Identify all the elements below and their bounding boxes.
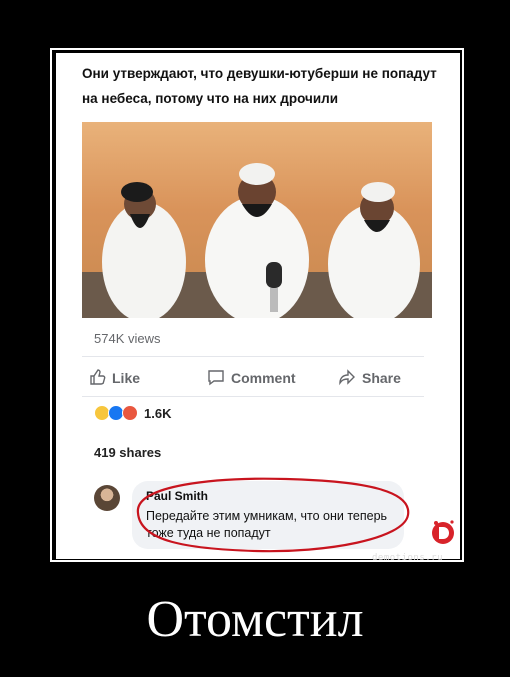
comment-label: Comment — [231, 370, 296, 386]
angry-reaction-icon — [122, 405, 138, 421]
comment-text: Передайте этим умникам, что они теперь т… — [146, 509, 388, 540]
divider-bottom — [82, 396, 424, 397]
like-label: Like — [112, 370, 141, 386]
thumbs-up-icon — [88, 368, 106, 389]
share-button[interactable]: Share — [338, 366, 401, 390]
watermark: demotions.ru — [372, 553, 444, 563]
comment-button[interactable]: Comment — [207, 366, 296, 390]
facebook-post-card: Они утверждают, что девушки-ютуберши не … — [56, 53, 460, 559]
share-arrow-icon — [338, 368, 356, 389]
speech-bubble-icon — [207, 368, 225, 389]
comment-author[interactable]: Paul Smith — [146, 489, 208, 503]
reaction-count: 1.6K — [144, 405, 172, 421]
share-label: Share — [362, 370, 401, 386]
video-scene-illustration — [82, 163, 432, 318]
share-count[interactable]: 419 shares — [94, 445, 161, 460]
view-count: 574K views — [94, 331, 161, 346]
poster-caption: Отомстил — [146, 591, 364, 648]
post-actions-bar: Like Comment Share — [82, 366, 424, 390]
post-headline: Они утверждают, что девушки-ютуберши не … — [82, 66, 437, 106]
reactions-summary[interactable]: 1.6K — [94, 405, 171, 421]
comment-bubble: Paul Smith Передайте этим умникам, что о… — [132, 481, 404, 549]
demotions-logo-icon — [432, 520, 454, 544]
like-button[interactable]: Like — [88, 366, 140, 390]
avatar[interactable] — [94, 485, 120, 511]
video-thumbnail[interactable] — [82, 122, 432, 318]
divider-top — [82, 356, 424, 357]
